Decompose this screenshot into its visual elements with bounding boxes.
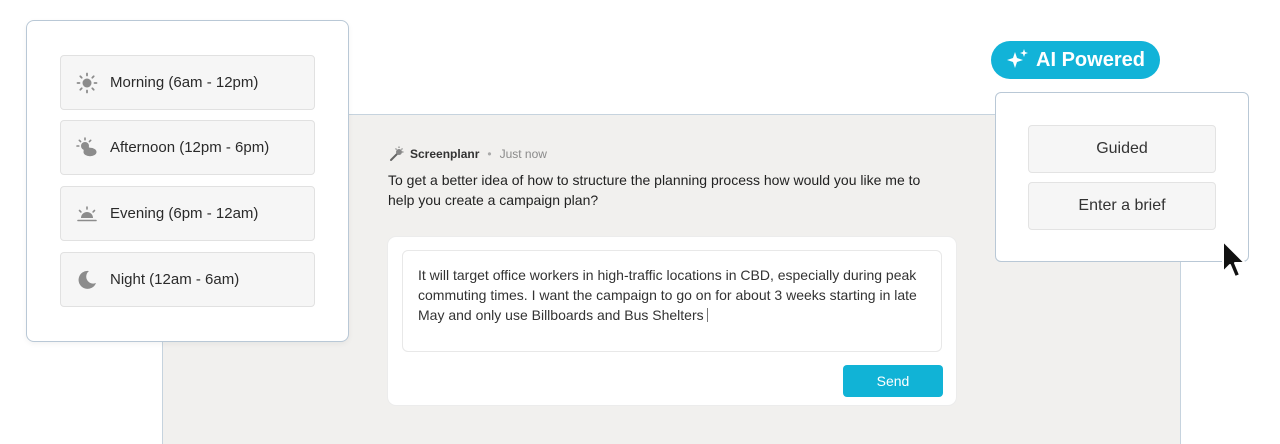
moon-icon [76, 269, 98, 291]
brief-input[interactable]: It will target office workers in high-tr… [402, 250, 942, 352]
sun-cloud-icon [76, 136, 98, 159]
brief-input-text: It will target office workers in high-tr… [418, 267, 917, 323]
sunset-icon [76, 203, 98, 225]
time-option-afternoon[interactable]: Afternoon (12pm - 6pm) [60, 120, 315, 175]
time-option-label: Night (12am - 6am) [110, 271, 240, 288]
assistant-message: To get a better idea of how to structure… [388, 172, 921, 208]
separator-dot: • [487, 147, 492, 161]
sender-name: Screenplanr [410, 147, 480, 161]
time-of-day-card: Morning (6am - 12pm) Afternoon (12pm - 6… [26, 20, 349, 342]
plan-mode-card: Guided Enter a brief [995, 92, 1249, 262]
text-caret [706, 308, 708, 322]
guided-option[interactable]: Guided [1028, 125, 1216, 173]
time-option-evening[interactable]: Evening (6pm - 12am) [60, 186, 315, 241]
magic-wand-icon [390, 146, 404, 161]
ai-powered-label: AI Powered [1036, 48, 1145, 71]
ai-powered-badge: AI Powered [991, 41, 1160, 79]
message-timestamp: Just now [499, 147, 547, 161]
time-option-label: Morning (6am - 12pm) [110, 74, 259, 91]
message-header: Screenplanr • Just now [388, 146, 547, 162]
enter-brief-option[interactable]: Enter a brief [1028, 182, 1216, 230]
time-option-label: Evening (6pm - 12am) [110, 205, 259, 222]
compose-box: It will target office workers in high-tr… [388, 237, 956, 405]
sparkle-icon [1007, 49, 1029, 68]
time-option-morning[interactable]: Morning (6am - 12pm) [60, 55, 315, 110]
time-option-night[interactable]: Night (12am - 6am) [60, 252, 315, 307]
sun-icon [76, 72, 98, 94]
time-option-label: Afternoon (12pm - 6pm) [110, 139, 270, 156]
send-button[interactable]: Send [843, 365, 943, 397]
mouse-cursor-icon [1222, 240, 1246, 278]
